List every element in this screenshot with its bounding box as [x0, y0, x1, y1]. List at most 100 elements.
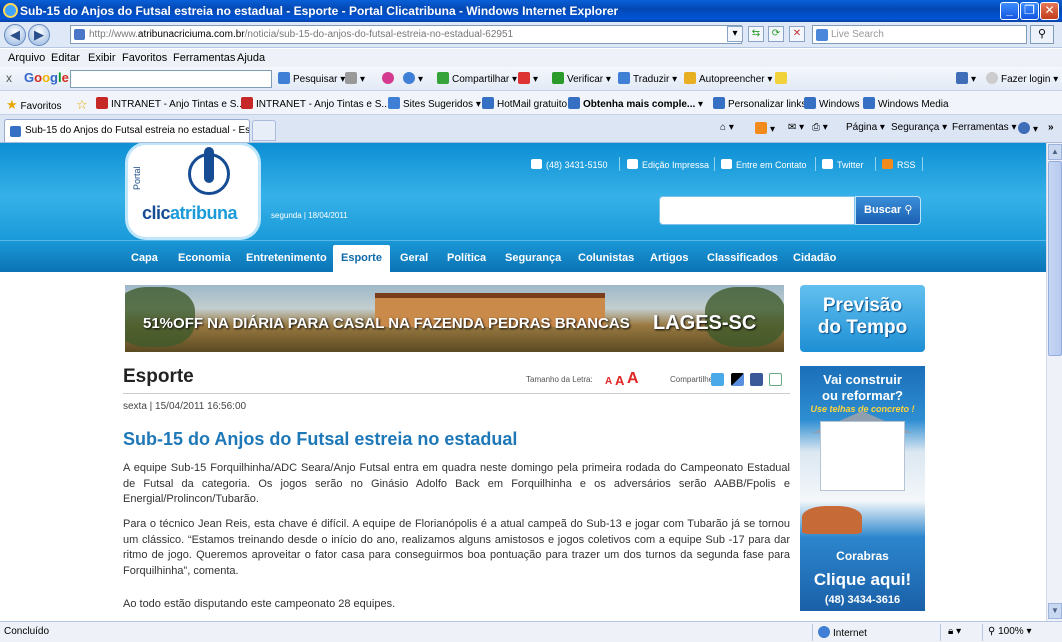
scroll-thumb[interactable] [1048, 161, 1062, 356]
share-button[interactable]: Compartilhar ▾ [437, 72, 517, 85]
suggested-sites-icon [388, 97, 400, 109]
live-search-input[interactable]: Live Search [812, 25, 1027, 44]
share-facebook-icon[interactable] [750, 373, 763, 386]
font-size-large[interactable]: A [627, 370, 639, 388]
fav-intranet-2[interactable]: INTRANET - Anjo Tintas e S... [241, 97, 390, 110]
ie-page-icon [804, 97, 816, 109]
close-button[interactable]: ✕ [1040, 2, 1059, 20]
scroll-up-icon[interactable]: ▲ [1048, 144, 1062, 160]
tab-current[interactable]: Sub-15 do Anjos do Futsal estreia no est… [4, 119, 250, 142]
magnifier-icon: ⚲ [1037, 28, 1047, 40]
tools-menu[interactable]: Ferramentas ▾ [952, 122, 1017, 133]
highlight-button[interactable] [775, 72, 790, 85]
corabras-ad[interactable]: Vai construir ou reformar? Use telhas de … [800, 366, 925, 611]
font-size-medium[interactable]: A [615, 373, 624, 388]
feeds-button[interactable]: ▾ [755, 122, 775, 135]
window-title-bar[interactable]: Sub-15 do Anjos do Futsal estreia no est… [0, 0, 1062, 22]
article-paragraph: Para o técnico Jean Reis, esta chave é d… [123, 518, 790, 577]
share-delicious-icon[interactable] [731, 373, 744, 386]
site-search-input[interactable] [659, 196, 855, 225]
translate-button[interactable]: Traduzir ▾ [618, 72, 677, 85]
stop-icon[interactable]: ✕ [789, 26, 805, 42]
article-paragraph: A equipe Sub-15 Forquilhinha/ADC Seara/A… [123, 462, 790, 505]
overflow-chevron-icon[interactable]: » [1048, 122, 1054, 133]
rss-link[interactable]: RSS [882, 159, 916, 170]
buscar-button[interactable]: Buscar ⚲ [855, 196, 921, 225]
nav-entretenimento[interactable]: Entretenimento [246, 252, 327, 264]
security-menu[interactable]: Segurança ▾ [891, 122, 947, 133]
nav-capa[interactable]: Capa [131, 252, 158, 264]
menu-ferramentas[interactable]: Ferramentas [173, 52, 235, 64]
fav-personalizar-links[interactable]: Personalizar links [713, 97, 806, 110]
verify-button[interactable]: Verificar ▾ [552, 72, 611, 85]
fav-hotmail[interactable]: HotMail gratuito [482, 97, 567, 110]
fav-obtenha-mais[interactable]: Obtenha mais comple... ▾ [568, 97, 703, 110]
toolbar-plus-button[interactable]: ▾ [403, 72, 423, 85]
nav-classificados[interactable]: Classificados [707, 252, 778, 264]
fav-windows[interactable]: Windows [804, 97, 860, 110]
toolbar-rank-button[interactable]: ▾ [518, 72, 538, 85]
edicao-impressa-link[interactable]: Edição Impressa [627, 159, 709, 170]
menu-exibir[interactable]: Exibir [88, 52, 116, 64]
search-go-button[interactable]: ⚲ [1030, 25, 1054, 44]
menu-arquivo[interactable]: Arquivo [8, 52, 45, 64]
nav-seguranca[interactable]: Segurança [505, 252, 561, 264]
google-search-input[interactable] [70, 70, 272, 88]
phone-link[interactable]: (48) 3431-5150 [531, 159, 608, 170]
dropdown-chevron-icon[interactable]: ▾ [727, 26, 743, 42]
protected-mode-button[interactable]: 🔒︎ ▾ [948, 626, 961, 637]
page-menu[interactable]: Página ▾ [846, 122, 885, 133]
nav-colunistas[interactable]: Colunistas [578, 252, 634, 264]
nav-politica[interactable]: Política [447, 252, 486, 264]
toolbar-orkut-button[interactable] [382, 72, 397, 85]
fav-windows-media[interactable]: Windows Media [863, 97, 949, 110]
vertical-scrollbar[interactable]: ▲ ▼ [1046, 143, 1062, 621]
mail-button[interactable]: ✉ ▾ [788, 122, 804, 133]
back-button[interactable]: ◀ [4, 24, 26, 46]
nav-economia[interactable]: Economia [178, 252, 231, 264]
address-input[interactable]: http://www.atribunacriciuma.com.br/notic… [70, 25, 742, 44]
scroll-down-icon[interactable]: ▼ [1048, 603, 1062, 619]
twitter-link[interactable]: Twitter [822, 159, 864, 170]
nav-cidadao[interactable]: Cidadão [793, 252, 836, 264]
autofill-button[interactable]: Autopreencher ▾ [684, 72, 772, 85]
fav-intranet-1[interactable]: INTRANET - Anjo Tintas e S... [96, 97, 245, 110]
nav-geral[interactable]: Geral [400, 252, 428, 264]
previsao-tempo-ad[interactable]: Previsão do Tempo [800, 285, 925, 352]
add-favorite-button[interactable]: ☆ [76, 97, 88, 113]
help-button[interactable]: ▾ [1018, 122, 1038, 135]
zoom-button[interactable]: ⚲ 100% ▾ [988, 626, 1032, 637]
ad-banner-fazenda[interactable]: 51%OFF NA DIÁRIA PARA CASAL NA FAZENDA P… [125, 285, 784, 352]
menu-editar[interactable]: Editar [51, 52, 80, 64]
favorites-button[interactable]: ★ Favoritos [6, 97, 62, 113]
toolbar-settings-button[interactable]: ▾ [956, 72, 976, 85]
home-button[interactable]: ⌂ ▾ [720, 122, 734, 133]
site-logo[interactable]: Portal clicatribuna [128, 145, 258, 237]
maximize-button[interactable]: ❐ [1020, 2, 1039, 20]
ie-page-icon [863, 97, 875, 109]
highlighter-icon [775, 72, 787, 84]
minimize-button[interactable]: _ [1000, 2, 1019, 20]
toolbar-close-icon[interactable]: x [6, 71, 12, 85]
print-button[interactable]: ⎙ ▾ [812, 122, 828, 133]
compatibility-view-icon[interactable]: ⇆ [748, 26, 764, 42]
google-search-button[interactable]: Pesquisar ▾ [278, 72, 345, 85]
menu-favoritos[interactable]: Favoritos [122, 52, 167, 64]
contato-link[interactable]: Entre em Contato [721, 159, 807, 170]
nav-artigos[interactable]: Artigos [650, 252, 689, 264]
toolbar-news-button[interactable]: ▾ [345, 72, 365, 85]
refresh-icon[interactable]: ⟳ [768, 26, 784, 42]
page-viewport[interactable]: Portal clicatribuna segunda | 18/04/2011… [0, 143, 1046, 621]
nav-esporte[interactable]: Esporte [333, 245, 390, 273]
font-size-small[interactable]: A [605, 376, 612, 387]
login-button[interactable]: Fazer login ▾ [986, 72, 1058, 85]
menu-ajuda[interactable]: Ajuda [237, 52, 265, 64]
forward-button[interactable]: ▶ [28, 24, 50, 46]
share-google-icon[interactable] [769, 373, 782, 386]
wrench-icon [956, 72, 968, 84]
google-search-icon [278, 72, 290, 84]
security-zone[interactable]: Internet [818, 626, 867, 639]
share-twitter-icon[interactable] [711, 373, 724, 386]
new-tab-button[interactable] [252, 120, 276, 141]
fav-sites-sugeridos[interactable]: Sites Sugeridos ▾ [388, 97, 481, 110]
